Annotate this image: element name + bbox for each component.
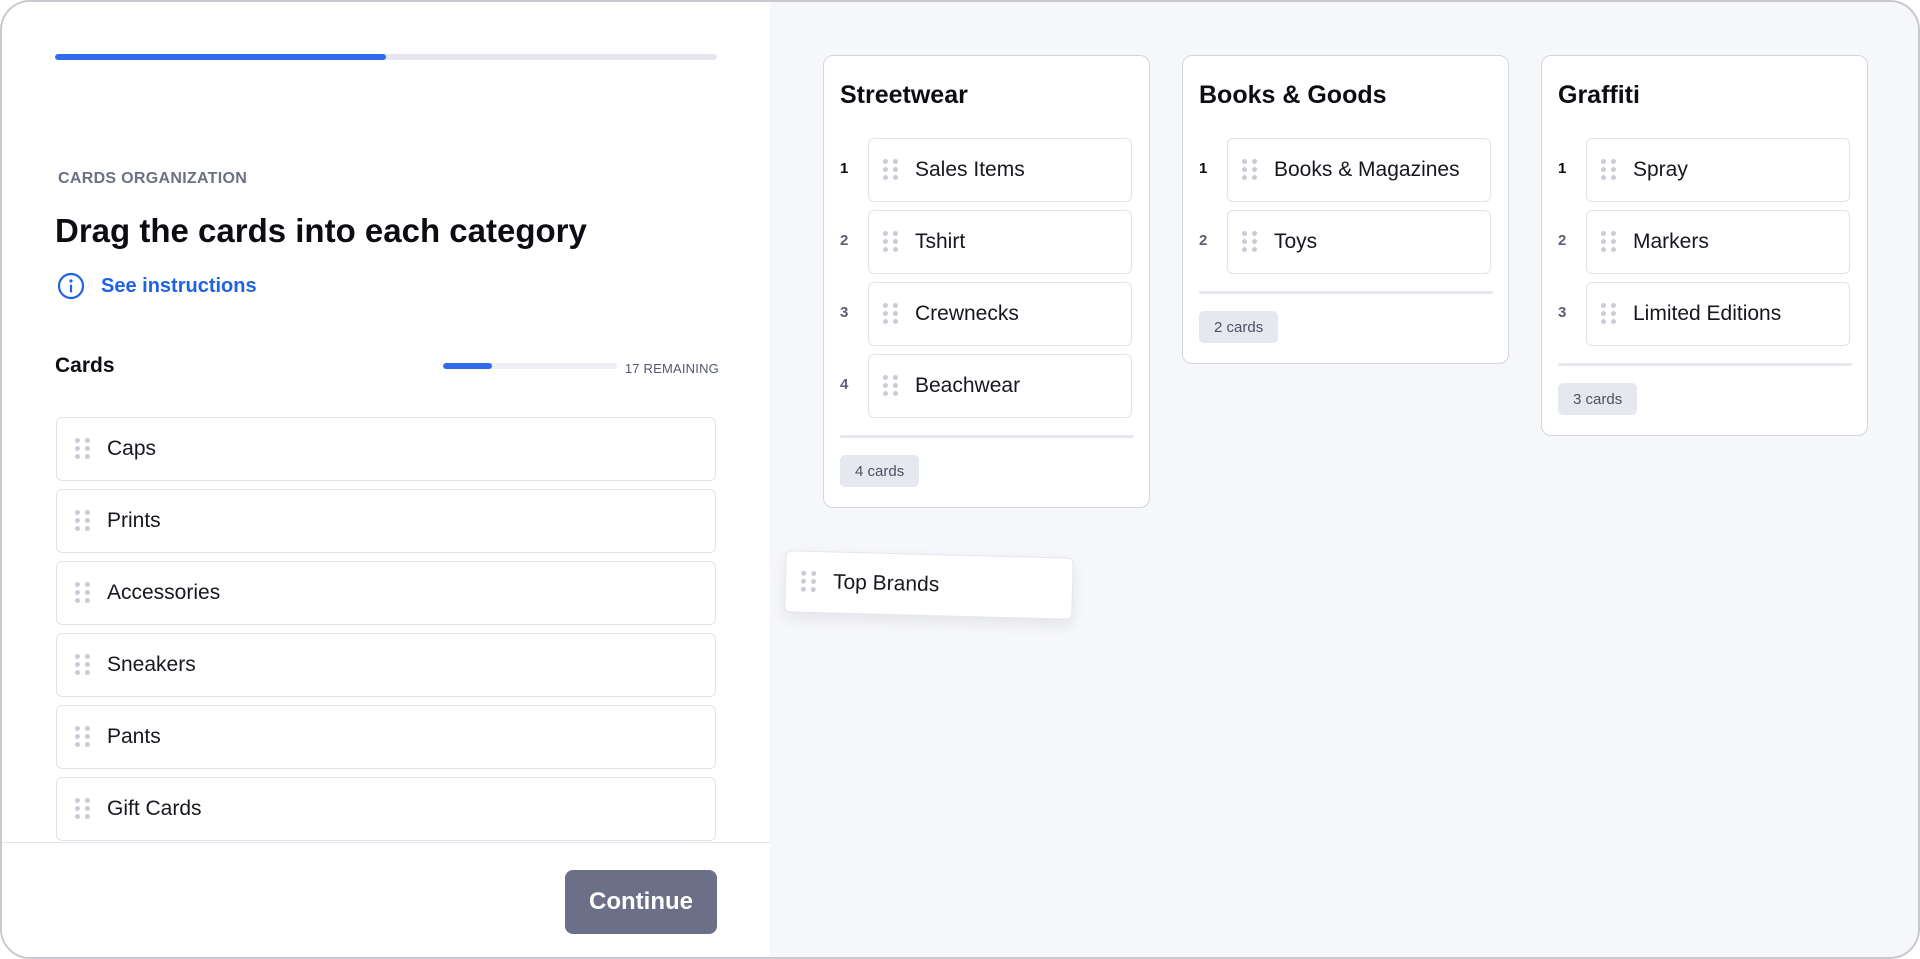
card-label: Limited Editions (1633, 302, 1782, 325)
sorted-card[interactable]: Sales Items (868, 138, 1132, 202)
drag-handle-icon[interactable] (800, 570, 818, 593)
category-count-badge: 3 cards (1558, 383, 1638, 415)
card-label: Sales Items (915, 158, 1025, 181)
footer-bar: Continue (2, 842, 770, 957)
cards-header: Cards 17 REMAINING (55, 354, 719, 384)
drag-handle-icon[interactable] (75, 654, 91, 676)
sorted-card[interactable]: Spray (1586, 138, 1850, 202)
drag-handle-icon[interactable] (1601, 159, 1617, 181)
category-books-goods[interactable]: Books & Goods 1 Books & Magazines 2 Toys… (1182, 55, 1509, 364)
category-row: 4 Beachwear (824, 354, 1149, 418)
see-instructions-label: See instructions (101, 274, 257, 297)
item-number: 1 (1558, 160, 1567, 177)
continue-button[interactable]: Continue (565, 870, 717, 934)
card-label: Markers (1633, 230, 1709, 253)
card-caps[interactable]: Caps (56, 417, 716, 481)
left-panel: CARDS ORGANIZATION Drag the cards into e… (2, 2, 770, 957)
overall-progress-bar (55, 54, 717, 60)
remaining-count: 17 REMAINING (624, 361, 719, 376)
category-items: 1 Spray 2 Markers 3 Limited Editions (1542, 138, 1867, 354)
page-title: Drag the cards into each category (55, 212, 587, 249)
cards-progress-bar (443, 363, 617, 369)
cards-section-title: Cards (55, 354, 115, 377)
drag-handle-icon[interactable] (883, 231, 899, 253)
sorted-card[interactable]: Crewnecks (868, 282, 1132, 346)
category-divider (1558, 363, 1852, 366)
category-count-badge: 2 cards (1199, 311, 1279, 343)
category-streetwear[interactable]: Streetwear 1 Sales Items 2 Tshirt 3 Crew… (823, 55, 1150, 508)
category-count-badge: 4 cards (840, 455, 920, 487)
card-label: Books & Magazines (1274, 158, 1460, 181)
drag-handle-icon[interactable] (1601, 303, 1617, 325)
category-row: 1 Spray (1542, 138, 1867, 202)
category-title: Graffiti (1558, 81, 1640, 109)
drag-handle-icon[interactable] (883, 159, 899, 181)
item-number: 4 (840, 376, 849, 393)
category-title: Streetwear (840, 81, 968, 109)
item-number: 2 (1199, 232, 1208, 249)
drag-handle-icon[interactable] (1242, 159, 1258, 181)
card-label: Sneakers (107, 653, 196, 676)
app-frame: CARDS ORGANIZATION Drag the cards into e… (0, 0, 1920, 959)
card-label: Beachwear (915, 374, 1021, 397)
item-number: 2 (1558, 232, 1567, 249)
drag-handle-icon[interactable] (75, 510, 91, 532)
drag-handle-icon[interactable] (1601, 231, 1617, 253)
card-gift-cards[interactable]: Gift Cards (56, 777, 716, 841)
card-label: Tshirt (915, 230, 966, 253)
category-row: 3 Limited Editions (1542, 282, 1867, 346)
sorted-card[interactable]: Limited Editions (1586, 282, 1850, 346)
item-number: 2 (840, 232, 849, 249)
card-pants[interactable]: Pants (56, 705, 716, 769)
card-sneakers[interactable]: Sneakers (56, 633, 716, 697)
category-items: 1 Sales Items 2 Tshirt 3 Crewnecks 4 Bea… (824, 138, 1149, 426)
item-number: 1 (1199, 160, 1208, 177)
item-number: 1 (840, 160, 849, 177)
category-row: 1 Books & Magazines (1183, 138, 1508, 202)
drag-handle-icon[interactable] (1242, 231, 1258, 253)
category-title: Books & Goods (1199, 81, 1387, 109)
drag-handle-icon[interactable] (75, 582, 91, 604)
drag-handle-icon[interactable] (75, 438, 91, 460)
card-label: Prints (107, 509, 161, 532)
item-number: 3 (1558, 304, 1567, 321)
category-row: 2 Markers (1542, 210, 1867, 274)
drag-handle-icon[interactable] (883, 303, 899, 325)
card-label: Caps (107, 437, 157, 460)
card-label: Pants (107, 725, 161, 748)
category-graffiti[interactable]: Graffiti 1 Spray 2 Markers 3 Limited Edi… (1541, 55, 1868, 436)
sorted-card[interactable]: Beachwear (868, 354, 1132, 418)
category-row: 1 Sales Items (824, 138, 1149, 202)
card-accessories[interactable]: Accessories (56, 561, 716, 625)
cards-progress-fill (443, 363, 492, 369)
category-row: 2 Tshirt (824, 210, 1149, 274)
card-label: Spray (1633, 158, 1688, 181)
category-items: 1 Books & Magazines 2 Toys (1183, 138, 1508, 282)
card-label: Accessories (107, 581, 221, 604)
drag-handle-icon[interactable] (883, 375, 899, 397)
info-icon (57, 272, 85, 300)
card-label: Toys (1274, 230, 1318, 253)
category-divider (1199, 291, 1493, 294)
card-label: Crewnecks (915, 302, 1019, 325)
card-label: Top Brands (832, 570, 940, 597)
dragging-card[interactable]: Top Brands (784, 550, 1074, 620)
unsorted-card-list: Caps Prints Accessories Sneakers Pants G… (56, 417, 716, 849)
see-instructions-link[interactable]: See instructions (57, 272, 257, 300)
sorted-card[interactable]: Books & Magazines (1227, 138, 1491, 202)
category-divider (840, 435, 1134, 438)
item-number: 3 (840, 304, 849, 321)
card-label: Gift Cards (107, 797, 202, 820)
card-prints[interactable]: Prints (56, 489, 716, 553)
category-row: 2 Toys (1183, 210, 1508, 274)
sorted-card[interactable]: Toys (1227, 210, 1491, 274)
sorted-card[interactable]: Markers (1586, 210, 1850, 274)
drag-handle-icon[interactable] (75, 798, 91, 820)
drag-handle-icon[interactable] (75, 726, 91, 748)
category-row: 3 Crewnecks (824, 282, 1149, 346)
section-eyebrow: CARDS ORGANIZATION (58, 170, 248, 187)
overall-progress-fill (55, 54, 386, 60)
sorted-card[interactable]: Tshirt (868, 210, 1132, 274)
